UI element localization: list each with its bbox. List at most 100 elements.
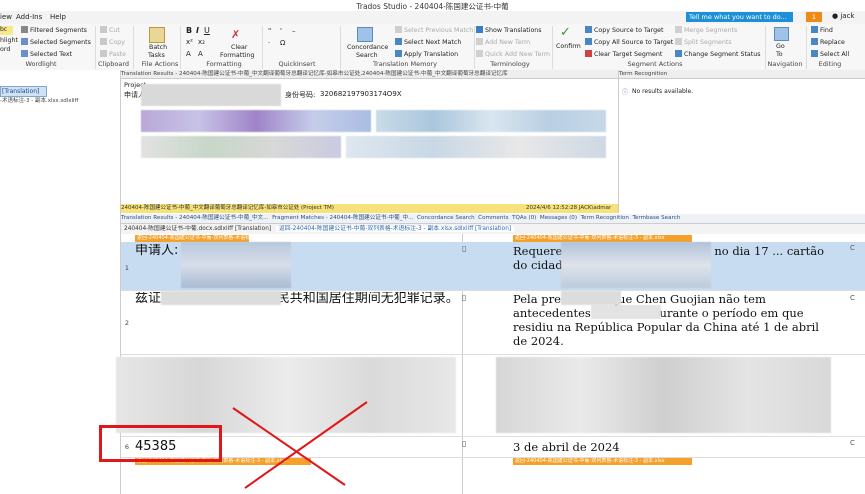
user-account[interactable]: ● jack: [832, 12, 854, 20]
find-button[interactable]: Find: [811, 26, 833, 34]
add-new-term-button[interactable]: Add New Term: [476, 38, 530, 46]
tab-xlsx-file[interactable]: 返回-240404-陈国建公证书-中葡-双列表格-术语标注-3 - 副本.xls…: [275, 226, 515, 232]
show-translations-button[interactable]: Show Translations: [476, 26, 542, 34]
apply-translation-button[interactable]: Apply Translation: [395, 50, 458, 58]
wordlight-label-1: hlight: [0, 37, 18, 44]
segment-tag: 返回-240404-陈国建公证书-中葡-双列表格-术语标注-3 - 副本.xls…: [513, 458, 692, 465]
copy-all-source-to-target-button[interactable]: Copy All Source to Target: [585, 38, 673, 46]
bold-button[interactable]: B: [186, 26, 192, 35]
quickinsert-group-label: QuickInsert: [278, 60, 316, 68]
user-icon: ●: [832, 12, 839, 20]
change-segment-status-button[interactable]: Change Segment Status: [675, 50, 761, 58]
filtered-segments-button[interactable]: Filtered Segments: [21, 26, 87, 34]
go-to-icon[interactable]: [774, 27, 789, 41]
term-no-results: No results available.: [632, 88, 694, 95]
concordance-label[interactable]: Concordance: [347, 44, 388, 51]
menu-help[interactable]: Help: [50, 13, 66, 21]
redacted-block: [141, 110, 371, 132]
paste-button[interactable]: Paste: [100, 50, 126, 58]
ribbon-divider: [180, 26, 181, 69]
merge-segments-button[interactable]: Merge Segments: [675, 26, 737, 34]
tab-fragment-matches[interactable]: Fragment Matches - 240404-陈国建公证书-中葡_中...: [272, 215, 413, 221]
confirm-label[interactable]: Confirm: [556, 43, 581, 50]
segment-status-icon: ▯: [462, 244, 467, 253]
term-recognition-pane: Term Recognition ⓘ No results available.: [619, 70, 865, 213]
tab-comments[interactable]: Comments: [478, 215, 508, 221]
underline-button[interactable]: U: [204, 26, 210, 35]
quote-icon[interactable]: ": [268, 27, 271, 35]
status-column-marker: C: [850, 439, 855, 447]
tab-concordance-search[interactable]: Concordance Search: [417, 215, 475, 221]
tab-term-recognition[interactable]: Term Recognition: [581, 215, 629, 221]
table-row[interactable]: 1 申请人: 份号码: ▯ Requerente: ...masculino, …: [121, 242, 865, 291]
quick-add-new-term-button[interactable]: Quick Add New Term: [476, 50, 550, 58]
quote-icon[interactable]: ': [280, 27, 282, 35]
batch-label[interactable]: Batch: [149, 44, 167, 51]
tm-footer-source: 240404-陈国建公证书-中葡_中文翻译葡萄牙总翻译记忆库-如皋市公证处 (P…: [121, 205, 334, 211]
menu-add-ins[interactable]: Add-Ins: [16, 13, 42, 21]
font-size-button[interactable]: A: [186, 50, 191, 58]
translation-results-pane: Translation Results - 240404-陈国建公证书-中葡_中…: [121, 70, 619, 213]
tm-match-footer: 240404-陈国建公证书-中葡_中文翻译葡萄牙总翻译记忆库-如皋市公证处 (P…: [121, 204, 618, 213]
redacted-block: [561, 291, 621, 305]
segment-status-icon: ▯: [462, 293, 467, 302]
notification-badge[interactable]: 1: [806, 12, 822, 22]
redacted-block: [376, 110, 606, 132]
add-term-icon: [476, 38, 483, 45]
target-segment[interactable]: 3 de abril de 2024: [513, 440, 833, 454]
split-segments-button[interactable]: Split Segments: [675, 38, 732, 46]
search-label[interactable]: Search: [356, 52, 378, 59]
formatting-label[interactable]: Formatting: [220, 52, 254, 59]
selected-segments-button[interactable]: Selected Segments: [21, 38, 91, 46]
left-file-label[interactable]: -术语标注-3 - 副本.xlsx.sdlxliff: [0, 96, 118, 104]
table-row[interactable]: 2 兹证明... 月1日在中华人民共和国居住期间无犯罪记录。 ▯ Pela pr…: [121, 291, 865, 355]
copy-button[interactable]: Copy: [100, 38, 125, 46]
redacted-block: [346, 136, 606, 158]
select-previous-match-button[interactable]: Select Previous Match: [395, 26, 473, 34]
segment-actions-group-label: Segment Actions: [627, 60, 683, 68]
select-all-button[interactable]: Select All: [811, 50, 849, 58]
tm-footer-timestamp: 2024/4/6 12:52:28 JACK\admar: [526, 205, 612, 211]
info-icon: ⓘ: [622, 89, 629, 96]
clear-target-icon: [585, 50, 592, 57]
dash-icon[interactable]: –: [292, 27, 296, 35]
wordlight-abc-icon[interactable]: bc: [0, 26, 13, 35]
tab-tqas[interactable]: TQAs (0): [512, 215, 536, 221]
tab-translation-results[interactable]: Translation Results - 240404-陈国建公证书-中葡_中…: [121, 215, 269, 221]
clear-formatting-icon[interactable]: ✗: [231, 28, 240, 41]
select-next-match-button[interactable]: Select Next Match: [395, 38, 461, 46]
scissors-icon: [100, 26, 107, 33]
clear-target-segment-button[interactable]: Clear Target Segment: [585, 50, 662, 58]
tasks-label[interactable]: Tasks: [148, 52, 165, 59]
translation-results-header: Translation Results - 240404-陈国建公证书-中葡_中…: [121, 70, 618, 79]
quickinsert-buttons[interactable]: " ' – · Ω: [268, 27, 318, 57]
tab-messages[interactable]: Messages (0): [540, 215, 577, 221]
replace-button[interactable]: Replace: [811, 38, 845, 46]
tab-docx-file[interactable]: 240404-陈国建公证书-中葡.docx.sdlxliff [Translat…: [121, 226, 274, 232]
redacted-block: [496, 357, 831, 433]
cut-button[interactable]: Cut: [100, 26, 120, 34]
copy-source-icon: [585, 26, 592, 33]
segment-tag: 返回-240404-陈国建公证书-中葡-双列表格-术语标注-3 - 副本.xls…: [135, 235, 249, 242]
clear-label[interactable]: Clear: [231, 44, 247, 51]
to-label[interactable]: To: [776, 51, 783, 58]
copy-source-to-target-button[interactable]: Copy Source to Target: [585, 26, 663, 34]
term-recognition-header: Term Recognition: [619, 70, 865, 79]
batch-tasks-icon[interactable]: [149, 27, 165, 43]
concordance-search-icon[interactable]: [357, 27, 373, 42]
confirm-check-icon[interactable]: ✓: [560, 25, 571, 40]
space-icon[interactable]: ·: [268, 39, 270, 47]
arrow-down-icon: [395, 38, 402, 45]
title-bar: Trados Studio - 240404-陈国建公证书-中葡: [0, 0, 865, 11]
go-label[interactable]: Go: [776, 43, 785, 50]
menu-view[interactable]: iew: [0, 13, 12, 21]
italic-button[interactable]: I: [196, 26, 199, 35]
selected-text-button[interactable]: Selected Text: [21, 50, 72, 58]
redacted-block: [591, 305, 661, 319]
tell-me-search[interactable]: Tell me what you want to do...: [686, 12, 793, 22]
text-color-button[interactable]: A: [198, 50, 203, 58]
superscript-button[interactable]: x²: [186, 38, 193, 46]
tab-termbase-search[interactable]: Termbase Search: [632, 215, 680, 221]
subscript-button[interactable]: x₂: [198, 38, 205, 46]
symbol-icon[interactable]: Ω: [280, 39, 285, 47]
